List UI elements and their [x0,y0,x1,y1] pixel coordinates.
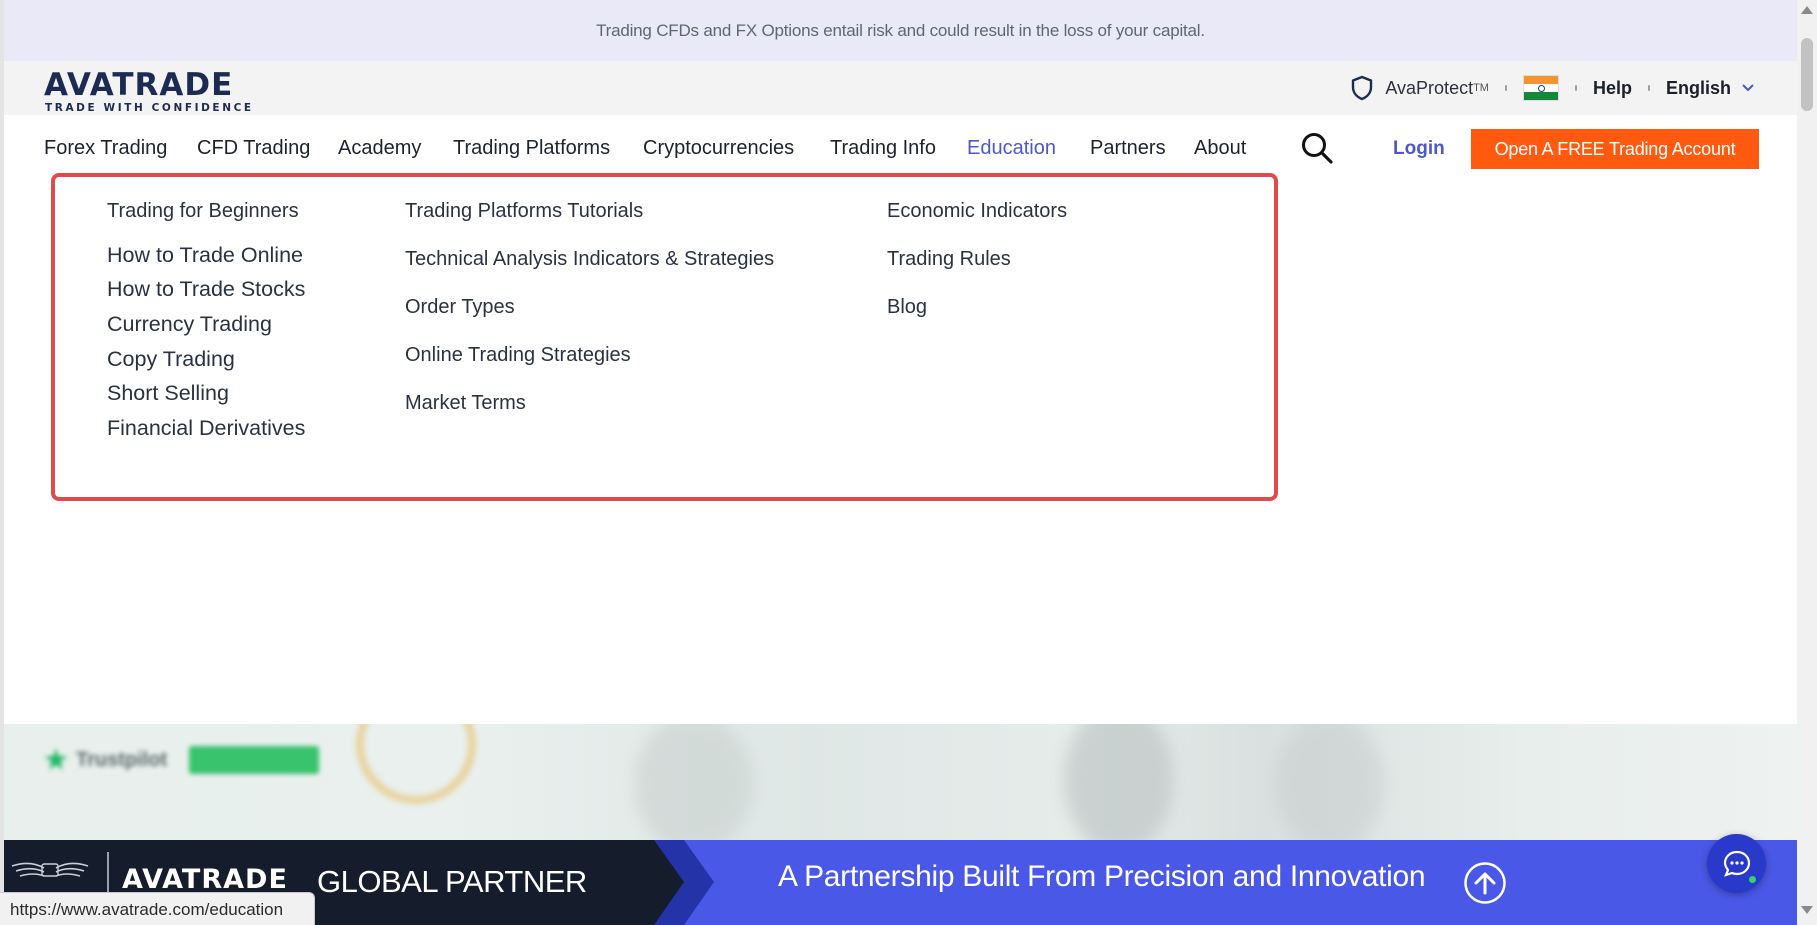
menu-link-financial-derivatives[interactable]: Financial Derivatives [107,416,305,441]
hero-figure [1274,724,1384,840]
menu-link-short-selling[interactable]: Short Selling [107,381,229,406]
avaprotect-label: AvaProtect [1385,77,1474,98]
hero-image: Trustpilot [4,724,1797,840]
hero-figure [1064,724,1174,840]
scroll-down-arrow-icon[interactable] [1801,906,1813,914]
menu-link-market-terms[interactable]: Market Terms [405,392,526,415]
login-link[interactable]: Login [1393,138,1445,160]
partner-avatrade-logo: AVATRADE [122,864,288,895]
hero-figure [634,724,754,840]
utility-bar: AVATRADE TRADE WITH CONFIDENCE AvaProtec… [4,61,1797,115]
menu-link-how-to-trade-stocks[interactable]: How to Trade Stocks [107,277,305,302]
window-edge [0,0,4,925]
nav-item-about[interactable]: About [1194,137,1246,160]
separator [1647,85,1650,91]
avatrade-logo[interactable]: AVATRADE TRADE WITH CONFIDENCE [44,67,254,114]
menu-link-currency-trading[interactable]: Currency Trading [107,312,272,337]
avaprotect-link[interactable]: AvaProtect TM [1351,75,1489,101]
menu-link-order-types[interactable]: Order Types [405,296,515,319]
menu-link-online-trading-strategies[interactable]: Online Trading Strategies [405,344,631,367]
vertical-scrollbar[interactable] [1797,0,1817,925]
nav-item-education[interactable]: Education [967,137,1056,160]
menu-link-trading-for-beginners[interactable]: Trading for Beginners [107,200,299,223]
global-partner-title: GLOBAL PARTNER [317,864,587,899]
award-badge [356,724,476,804]
partner-tagline: A Partnership Built From Precision and I… [778,860,1426,893]
chat-icon [1723,850,1751,877]
shield-icon [1352,75,1373,101]
scrollbar-thumb[interactable] [1801,38,1813,111]
menu-link-trading-rules[interactable]: Trading Rules [887,248,1011,271]
chat-online-indicator [1747,874,1758,885]
avaprotect-tm: TM [1473,82,1489,94]
separator [1574,85,1577,91]
nav-item-academy[interactable]: Academy [338,137,421,160]
scroll-up-arrow-icon[interactable] [1801,6,1813,14]
utility-links: AvaProtect TM Help English [1351,61,1755,115]
separator [1504,85,1507,91]
language-label: English [1665,77,1731,98]
nav-item-cfd-trading[interactable]: CFD Trading [197,137,310,160]
menu-link-trading-platforms-tutorials[interactable]: Trading Platforms Tutorials [405,200,643,223]
trustpilot-label: Trustpilot [76,748,168,771]
trustpilot-rating [189,746,320,774]
trustpilot-badge: Trustpilot [44,746,320,774]
trustpilot-star-icon [44,748,68,770]
search-icon[interactable] [1300,131,1334,165]
logo-wordmark: AVATRADE [44,67,234,103]
open-account-button[interactable]: Open A FREE Trading Account [1471,129,1759,169]
arrow-up-icon[interactable] [1463,861,1507,905]
help-link[interactable]: Help [1593,78,1632,99]
menu-link-economic-indicators[interactable]: Economic Indicators [887,200,1067,223]
chat-button[interactable] [1707,834,1766,893]
menu-link-blog[interactable]: Blog [887,296,927,319]
chevron-down-icon [1742,84,1754,92]
india-flag-icon[interactable] [1522,75,1559,101]
logo-tagline: TRADE WITH CONFIDENCE [45,102,254,114]
menu-link-how-to-trade-online[interactable]: How to Trade Online [107,243,303,268]
menu-link-technical-analysis[interactable]: Technical Analysis Indicators & Strategi… [405,248,774,271]
language-selector[interactable]: English [1666,78,1755,99]
education-dropdown-menu: Trading for Beginners How to Trade Onlin… [51,173,1278,501]
risk-warning-text: Trading CFDs and FX Options entail risk … [596,20,1205,40]
risk-warning-banner: Trading CFDs and FX Options entail risk … [4,0,1797,61]
status-bar-url: https://www.avatrade.com/education [0,892,315,925]
nav-item-trading-platforms[interactable]: Trading Platforms [453,137,610,160]
nav-item-forex-trading[interactable]: Forex Trading [44,137,167,160]
aston-martin-wings-icon [11,862,89,877]
menu-link-copy-trading[interactable]: Copy Trading [107,347,235,372]
nav-item-cryptocurrencies[interactable]: Cryptocurrencies [643,137,794,160]
nav-item-trading-info[interactable]: Trading Info [830,137,936,160]
nav-item-partners[interactable]: Partners [1090,137,1166,160]
